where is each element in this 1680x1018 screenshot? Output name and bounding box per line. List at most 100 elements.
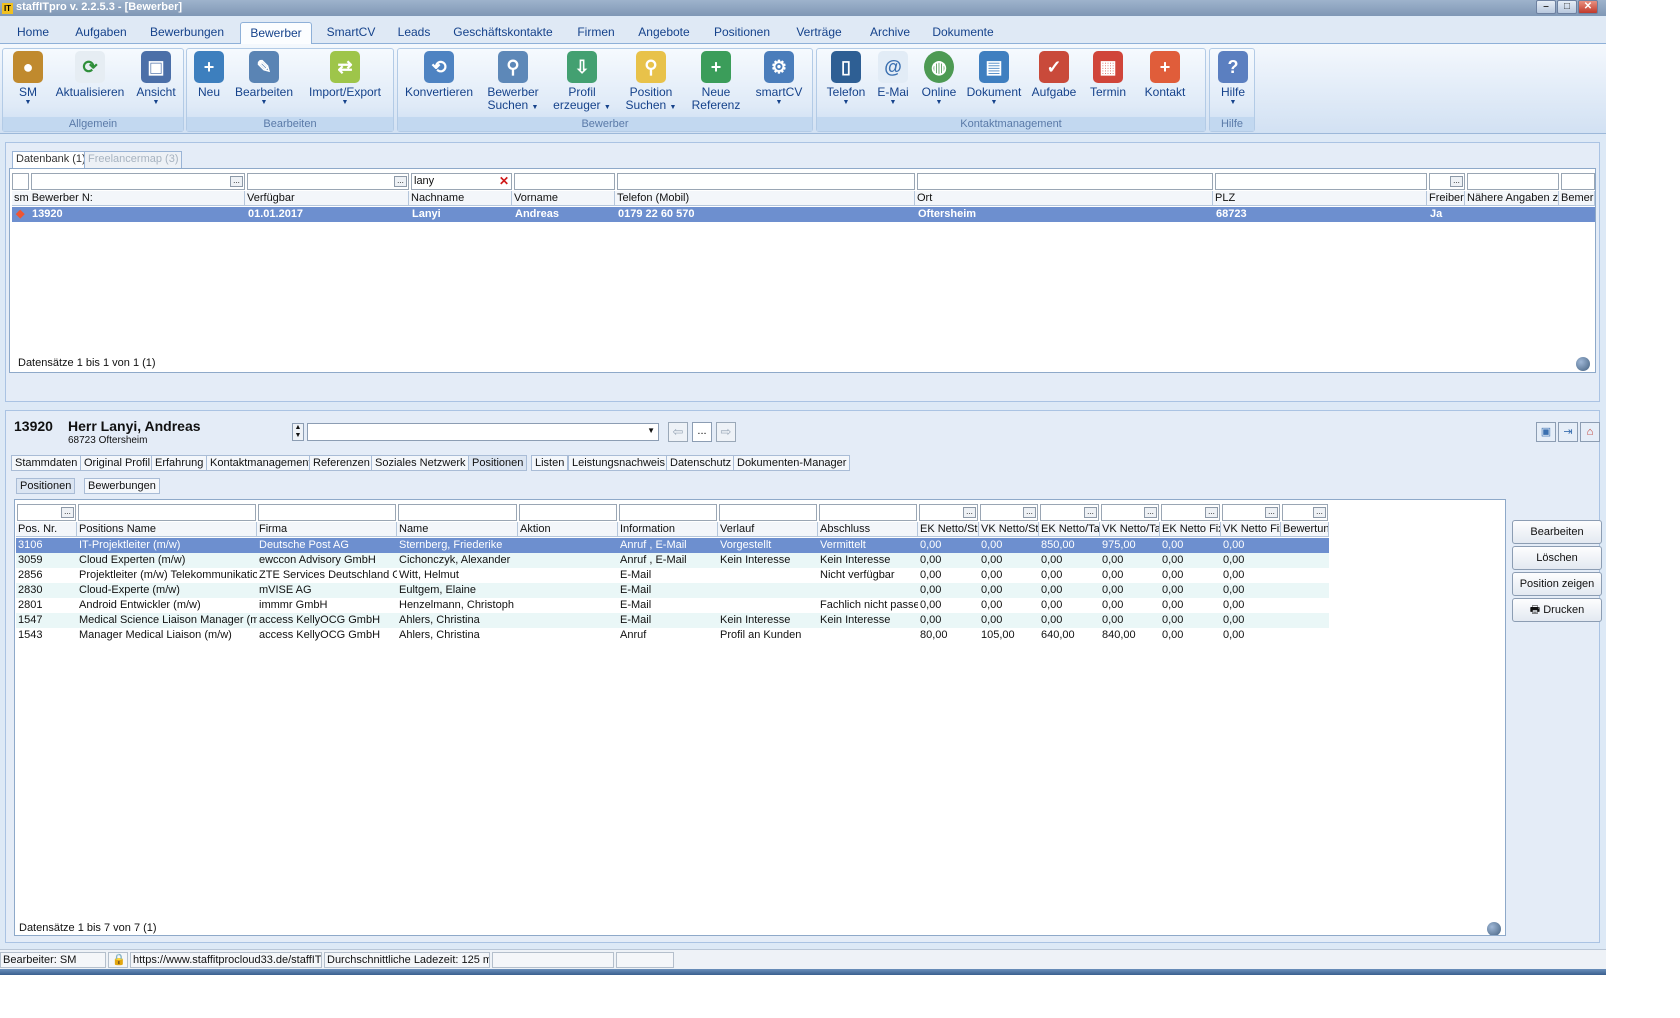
filter-vk-netto-fix[interactable]: ... bbox=[1222, 504, 1280, 521]
column-header[interactable]: Bemerkun bbox=[1559, 191, 1595, 206]
table-row[interactable]: 3106 IT-Projektleiter (m/w) Deutsche Post … bbox=[16, 538, 1329, 553]
table-row[interactable]: 1547 Medical Science Liaison Manager (m/w… bbox=[16, 613, 1329, 628]
column-header[interactable]: Freiber bbox=[1427, 191, 1465, 206]
filter-bewerber-nr[interactable]: ... bbox=[31, 173, 245, 190]
filter-ek-netto-std[interactable]: ... bbox=[919, 504, 978, 521]
tab-aufgaben[interactable]: Aufgaben bbox=[66, 22, 136, 44]
ellipsis-icon[interactable]: ... bbox=[1023, 507, 1036, 518]
tab-leistungsnachweis[interactable]: Leistungsnachweis bbox=[568, 455, 669, 471]
ansicht-button[interactable]: ▣ Ansicht ▼ bbox=[131, 51, 181, 107]
hilfe-button[interactable]: ? Hilfe ▼ bbox=[1214, 51, 1252, 107]
filter-positions-name[interactable] bbox=[78, 504, 256, 521]
tab-soziales-netzwerk[interactable]: Soziales Netzwerk bbox=[371, 455, 470, 471]
column-header[interactable]: VK Netto/Stu bbox=[979, 522, 1039, 537]
filter-firma[interactable] bbox=[258, 504, 396, 521]
column-header[interactable]: Name bbox=[397, 522, 518, 537]
tab-angebote[interactable]: Angebote bbox=[632, 22, 696, 44]
next-arrow-icon[interactable]: ⇨ bbox=[716, 422, 736, 442]
subtab-bewerbungen[interactable]: Bewerbungen bbox=[84, 478, 160, 494]
maximize-button[interactable]: □ bbox=[1557, 0, 1577, 14]
subtab-positionen[interactable]: Positionen bbox=[16, 478, 76, 494]
tab-firmen[interactable]: Firmen bbox=[570, 22, 622, 44]
tab-leads[interactable]: Leads bbox=[392, 22, 436, 44]
export-icon[interactable]: ⇥ bbox=[1558, 422, 1578, 442]
neue-referenz-button[interactable]: + Neue Referenz bbox=[688, 51, 744, 112]
filter-select[interactable] bbox=[12, 173, 29, 190]
ellipsis-button[interactable]: ... bbox=[692, 422, 712, 442]
candidate-navigator-select[interactable]: ▼ bbox=[307, 423, 659, 441]
tab-dokumenten-manager[interactable]: Dokumenten-Manager bbox=[733, 455, 851, 471]
table-row[interactable]: 3059 Cloud Experten (m/w) ewccon Advisory … bbox=[16, 553, 1329, 568]
tab-erfahrung[interactable]: Erfahrung bbox=[151, 455, 208, 471]
tab-geschaeftskontakte[interactable]: Geschäftskontakte bbox=[446, 22, 560, 44]
column-header[interactable]: PLZ bbox=[1213, 191, 1427, 206]
column-header[interactable]: sm Bewerber N: bbox=[12, 191, 245, 206]
table-row[interactable]: ◆ 13920 01.01.2017 Lanyi Andreas 0179 22… bbox=[12, 207, 1595, 222]
filter-information[interactable] bbox=[619, 504, 717, 521]
filter-freiberuflich[interactable]: ... bbox=[1429, 173, 1465, 190]
table-row[interactable]: 2830 Cloud-Experte (m/w) mVISE AG Eultgem, … bbox=[16, 583, 1329, 598]
column-header[interactable]: Aktion bbox=[518, 522, 618, 537]
column-header[interactable]: Vorname bbox=[512, 191, 615, 206]
tab-referenzen[interactable]: Referenzen bbox=[309, 455, 374, 471]
column-header[interactable]: Pos. Nr. bbox=[16, 522, 77, 537]
filter-nachname[interactable]: lany ✕ bbox=[411, 173, 512, 190]
tab-kontaktmanagement[interactable]: Kontaktmanagement bbox=[206, 455, 316, 471]
filter-abschluss[interactable] bbox=[819, 504, 917, 521]
spin-button[interactable]: ▲ ▼ bbox=[292, 423, 304, 441]
filter-bemerkung[interactable] bbox=[1561, 173, 1595, 190]
tab-home[interactable]: Home bbox=[10, 22, 56, 44]
filter-vorname[interactable] bbox=[514, 173, 615, 190]
globe-icon[interactable] bbox=[1576, 357, 1590, 371]
column-header[interactable]: Firma bbox=[257, 522, 397, 537]
ellipsis-icon[interactable]: ... bbox=[1144, 507, 1157, 518]
column-header[interactable]: Abschluss bbox=[818, 522, 918, 537]
sm-button[interactable]: ● SM ▼ bbox=[7, 51, 49, 107]
column-header[interactable]: EK Netto/Stu bbox=[918, 522, 979, 537]
tab-original-profil[interactable]: Original Profil bbox=[80, 455, 155, 471]
position-zeigen-button[interactable]: Position zeigen bbox=[1512, 572, 1602, 596]
tab-datenschutz[interactable]: Datenschutz bbox=[666, 455, 736, 471]
column-header[interactable]: Nähere Angaben z bbox=[1465, 191, 1559, 206]
minimize-button[interactable]: – bbox=[1536, 0, 1556, 14]
bearbeiten-ribbon-button[interactable]: ✎ Bearbeiten ▼ bbox=[231, 51, 297, 107]
ellipsis-icon[interactable]: ... bbox=[1265, 507, 1278, 518]
tab-positionen-detail[interactable]: Positionen bbox=[468, 455, 528, 471]
home-icon[interactable]: ⌂ bbox=[1580, 422, 1600, 442]
tab-dokumente[interactable]: Dokumente bbox=[928, 22, 998, 44]
ellipsis-icon[interactable]: ... bbox=[1084, 507, 1097, 518]
column-header[interactable]: VK Netto Fix bbox=[1221, 522, 1281, 537]
filter-aktion[interactable] bbox=[519, 504, 617, 521]
filter-bewertung[interactable]: ... bbox=[1282, 504, 1328, 521]
filter-pos-nr[interactable]: ... bbox=[17, 504, 76, 521]
clear-filter-icon[interactable]: ✕ bbox=[499, 174, 509, 189]
telefon-button[interactable]: ▯ Telefon ▼ bbox=[823, 51, 869, 107]
tab-archive[interactable]: Archive bbox=[862, 22, 918, 44]
filter-ort[interactable] bbox=[917, 173, 1213, 190]
column-header[interactable]: Bewertung bbox=[1281, 522, 1329, 537]
ellipsis-icon[interactable]: ... bbox=[394, 176, 407, 187]
online-button[interactable]: ◍ Online ▼ bbox=[917, 51, 961, 107]
import-export-button[interactable]: ⇄ Import/Export ▼ bbox=[299, 51, 391, 107]
termin-button[interactable]: ▦ Termin bbox=[1085, 51, 1131, 99]
ellipsis-icon[interactable]: ... bbox=[1205, 507, 1218, 518]
kontakt-button[interactable]: + Kontakt bbox=[1137, 51, 1193, 99]
column-header[interactable]: EK Netto Fix bbox=[1160, 522, 1221, 537]
smartcv-button[interactable]: ⚙ smartCV ▼ bbox=[750, 51, 808, 107]
ellipsis-icon[interactable]: ... bbox=[61, 507, 74, 518]
tab-smartcv[interactable]: SmartCV bbox=[320, 22, 382, 44]
filter-vk-netto-std[interactable]: ... bbox=[980, 504, 1038, 521]
column-header[interactable]: Verfügbar bbox=[245, 191, 409, 206]
drucken-button[interactable]: 🖶 Drucken bbox=[1512, 598, 1602, 622]
loeschen-button[interactable]: Löschen bbox=[1512, 546, 1602, 570]
profil-erzeugen-button[interactable]: ⇩ Profil erzeuger ▼ bbox=[550, 51, 614, 114]
column-header[interactable]: Nachname bbox=[409, 191, 512, 206]
column-header[interactable]: VK Netto/Ta bbox=[1100, 522, 1160, 537]
table-row[interactable]: 2856 Projektleiter (m/w) Telekommunikatio… bbox=[16, 568, 1329, 583]
ellipsis-icon[interactable]: ... bbox=[1450, 176, 1463, 187]
tab-stammdaten[interactable]: Stammdaten bbox=[11, 455, 82, 471]
aktualisieren-button[interactable]: ⟳ Aktualisieren bbox=[51, 51, 129, 99]
filter-telefon[interactable] bbox=[617, 173, 915, 190]
previous-arrow-icon[interactable]: ⇦ bbox=[668, 422, 688, 442]
filter-vk-netto-tag[interactable]: ... bbox=[1101, 504, 1159, 521]
